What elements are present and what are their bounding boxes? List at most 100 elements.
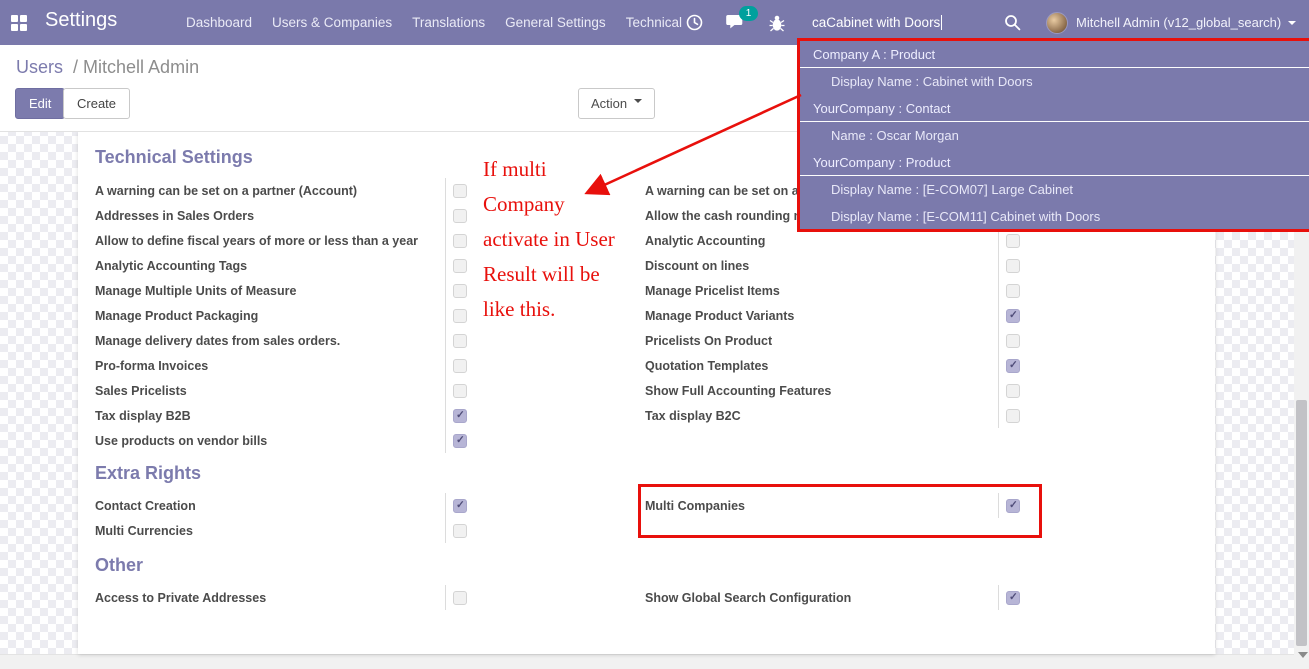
checkbox[interactable] (452, 333, 467, 348)
section-title-technical-settings: Technical Settings (95, 147, 253, 167)
create-button[interactable]: Create (63, 88, 131, 119)
breadcrumb-users-link[interactable]: Users (16, 57, 63, 77)
checkbox[interactable] (452, 358, 467, 373)
setting-row: Tax display B2C (645, 403, 1026, 428)
checkbox-cell (446, 233, 473, 248)
checkbox[interactable] (452, 498, 467, 513)
setting-row: Show Global Search Configuration (645, 585, 1026, 610)
setting-label: Show Global Search Configuration (645, 585, 1000, 610)
menu-item-general-settings[interactable]: General Settings (505, 15, 606, 30)
checkbox-cell (999, 283, 1026, 298)
magnifier-icon[interactable] (1004, 14, 1021, 36)
setting-row-multi-companies: Multi Companies (645, 493, 1026, 518)
annotation-line: Company (483, 192, 565, 216)
setting-label: Addresses in Sales Orders (95, 203, 447, 228)
checkbox[interactable] (452, 383, 467, 398)
section-title-other: Other (95, 555, 144, 575)
dropdown-result-item[interactable]: Display Name : Cabinet with Doors (800, 68, 1309, 95)
setting-row: Use products on vendor bills (95, 428, 473, 453)
checkbox-cell (999, 408, 1026, 423)
annotation-line: activate in User (483, 227, 615, 251)
checkbox[interactable] (1005, 498, 1020, 513)
checkbox[interactable] (1005, 283, 1020, 298)
checkbox[interactable] (452, 283, 467, 298)
text-cursor (941, 15, 943, 30)
search-input-value: caCabinet with Doors (812, 15, 941, 30)
checkbox[interactable] (452, 523, 467, 538)
checkbox[interactable] (1005, 233, 1020, 248)
vertical-scrollbar-thumb[interactable] (1296, 400, 1307, 646)
checkbox[interactable] (452, 590, 467, 605)
checkbox[interactable] (452, 208, 467, 223)
checkbox-cell (446, 258, 473, 273)
checkbox[interactable] (1005, 358, 1020, 373)
menu-item-translations[interactable]: Translations (412, 15, 485, 30)
checkbox[interactable] (1005, 383, 1020, 398)
setting-label: A warning can be set on a partner (Accou… (95, 178, 447, 203)
checkbox[interactable] (452, 433, 467, 448)
chat-bubble-icon[interactable]: 1 (726, 6, 758, 31)
breadcrumb-current: / Mitchell Admin (73, 57, 200, 77)
setting-row: Analytic Accounting Tags (95, 253, 473, 278)
extra-left-column: Contact Creation Multi Currencies (95, 493, 473, 543)
setting-row: Pricelists On Product (645, 328, 1026, 353)
user-menu[interactable]: Mitchell Admin (v12_global_search) (1046, 0, 1297, 45)
checkbox[interactable] (452, 408, 467, 423)
setting-label: Contact Creation (95, 493, 447, 518)
checkbox-cell (999, 258, 1026, 273)
setting-label: Analytic Accounting (645, 228, 1000, 253)
checkbox-cell (999, 333, 1026, 348)
action-dropdown-button[interactable]: Action (578, 88, 656, 119)
scrollbar-down-arrow-icon[interactable] (1298, 652, 1308, 658)
setting-row: Addresses in Sales Orders (95, 203, 473, 228)
setting-label: Show Full Accounting Features (645, 378, 1000, 403)
setting-label: Use products on vendor bills (95, 428, 447, 453)
horizontal-scrollbar-track[interactable] (0, 654, 1309, 669)
setting-label: Manage Pricelist Items (645, 278, 1000, 303)
setting-label: Tax display B2B (95, 403, 447, 428)
setting-label: Access to Private Addresses (95, 585, 447, 610)
dropdown-result-item[interactable]: Display Name : [E-COM07] Large Cabinet (800, 176, 1309, 203)
checkbox[interactable] (1005, 408, 1020, 423)
bug-icon[interactable] (769, 14, 785, 32)
global-search-input[interactable]: caCabinet with Doors (812, 0, 943, 45)
setting-label: Manage delivery dates from sales orders. (95, 328, 447, 353)
checkbox-cell (446, 590, 473, 605)
apps-menu-icon[interactable] (11, 15, 27, 31)
setting-row: Manage delivery dates from sales orders. (95, 328, 473, 353)
breadcrumb: Users / Mitchell Admin (16, 57, 199, 78)
checkbox[interactable] (452, 258, 467, 273)
setting-label: Tax display B2C (645, 403, 1000, 428)
menu-item-users-companies[interactable]: Users & Companies (272, 15, 392, 30)
checkbox-cell (999, 383, 1026, 398)
message-count-badge: 1 (739, 6, 758, 21)
checkbox[interactable] (452, 308, 467, 323)
checkbox-cell (446, 208, 473, 223)
menu-item-technical[interactable]: Technical (626, 15, 682, 30)
dropdown-result-item[interactable]: Name : Oscar Morgan (800, 122, 1309, 149)
checkbox[interactable] (452, 183, 467, 198)
checkbox-cell (446, 408, 473, 423)
checkbox[interactable] (1005, 590, 1020, 605)
setting-row: Show Full Accounting Features (645, 378, 1026, 403)
avatar (1046, 11, 1068, 34)
annotation-text: If multi Company activate in User Result… (483, 152, 615, 327)
dropdown-result-item[interactable]: Display Name : [E-COM11] Cabinet with Do… (800, 203, 1309, 230)
checkbox[interactable] (452, 233, 467, 248)
annotation-line: Result will be (483, 262, 600, 286)
checkbox[interactable] (1005, 333, 1020, 348)
app-title: Settings (45, 9, 118, 31)
navbar-icons: 1 (686, 0, 785, 45)
checkbox-cell (999, 498, 1026, 513)
checkbox-cell (446, 308, 473, 323)
setting-label: Pro-forma Invoices (95, 353, 447, 378)
setting-row: Contact Creation (95, 493, 473, 518)
setting-row: Manage Pricelist Items (645, 278, 1026, 303)
menu-item-dashboard[interactable]: Dashboard (186, 15, 252, 30)
checkbox[interactable] (1005, 308, 1020, 323)
extra-right-column: Multi Companies (645, 493, 1026, 518)
checkbox[interactable] (1005, 258, 1020, 273)
edit-button[interactable]: Edit (15, 88, 66, 119)
clock-icon[interactable] (686, 14, 703, 31)
checkbox-cell (999, 233, 1026, 248)
